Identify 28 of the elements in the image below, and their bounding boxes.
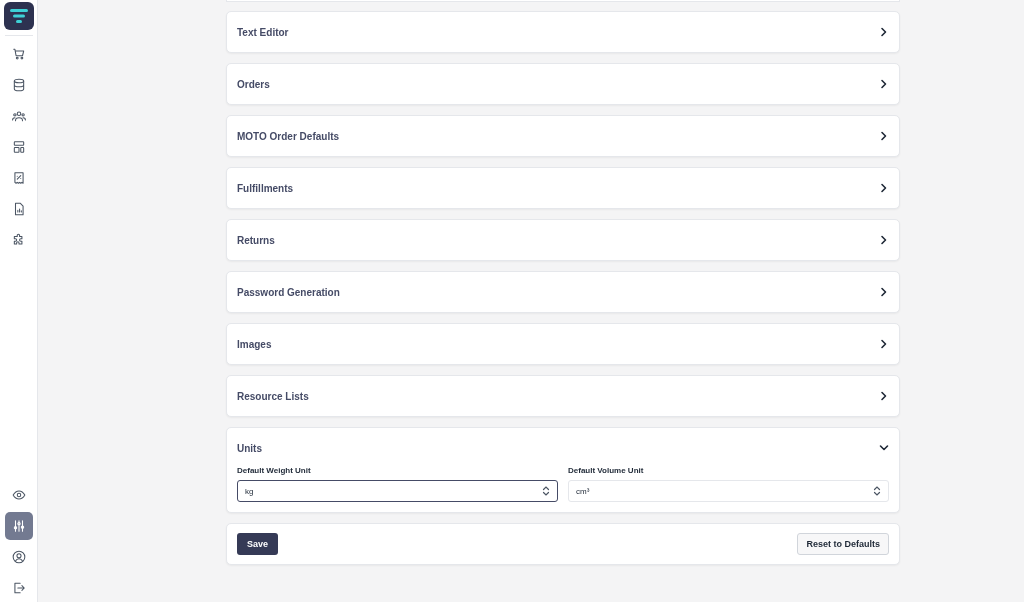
chevron-icon [879, 183, 889, 193]
logo-icon[interactable] [3, 2, 34, 30]
chevron-icon [879, 391, 889, 401]
chevron-icon [879, 79, 889, 89]
section-header[interactable]: Returns [227, 220, 899, 260]
section-header[interactable]: Units [227, 428, 899, 468]
section-header[interactable]: Text Editor [227, 12, 899, 52]
stepper-icon [542, 485, 550, 497]
section-header[interactable]: Password Generation [227, 272, 899, 312]
chevron-icon [879, 287, 889, 297]
field-label: Default Volume Unit [568, 466, 645, 475]
chevron-icon [879, 27, 889, 37]
section-header[interactable]: Orders [227, 64, 899, 104]
chevron-icon [879, 235, 889, 245]
section-header[interactable]: Fulfillments [227, 168, 899, 208]
stepper-icon [873, 485, 881, 497]
field-label: Default Weight Unit [237, 466, 312, 475]
chevron-icon [879, 443, 889, 453]
section-header[interactable]: Images [227, 324, 899, 364]
select-field[interactable]: cm³ [568, 480, 889, 502]
section-header[interactable]: Resource Lists [227, 376, 899, 416]
settings-icon[interactable] [4, 512, 33, 540]
reset-button[interactable]: Reset to Defaults [797, 533, 889, 555]
chevron-icon [879, 339, 889, 349]
save-button[interactable]: Save [237, 533, 279, 555]
section-header[interactable]: MOTO Order Defaults [227, 116, 899, 156]
select-field[interactable]: kg [237, 480, 558, 502]
chevron-icon [879, 131, 889, 141]
